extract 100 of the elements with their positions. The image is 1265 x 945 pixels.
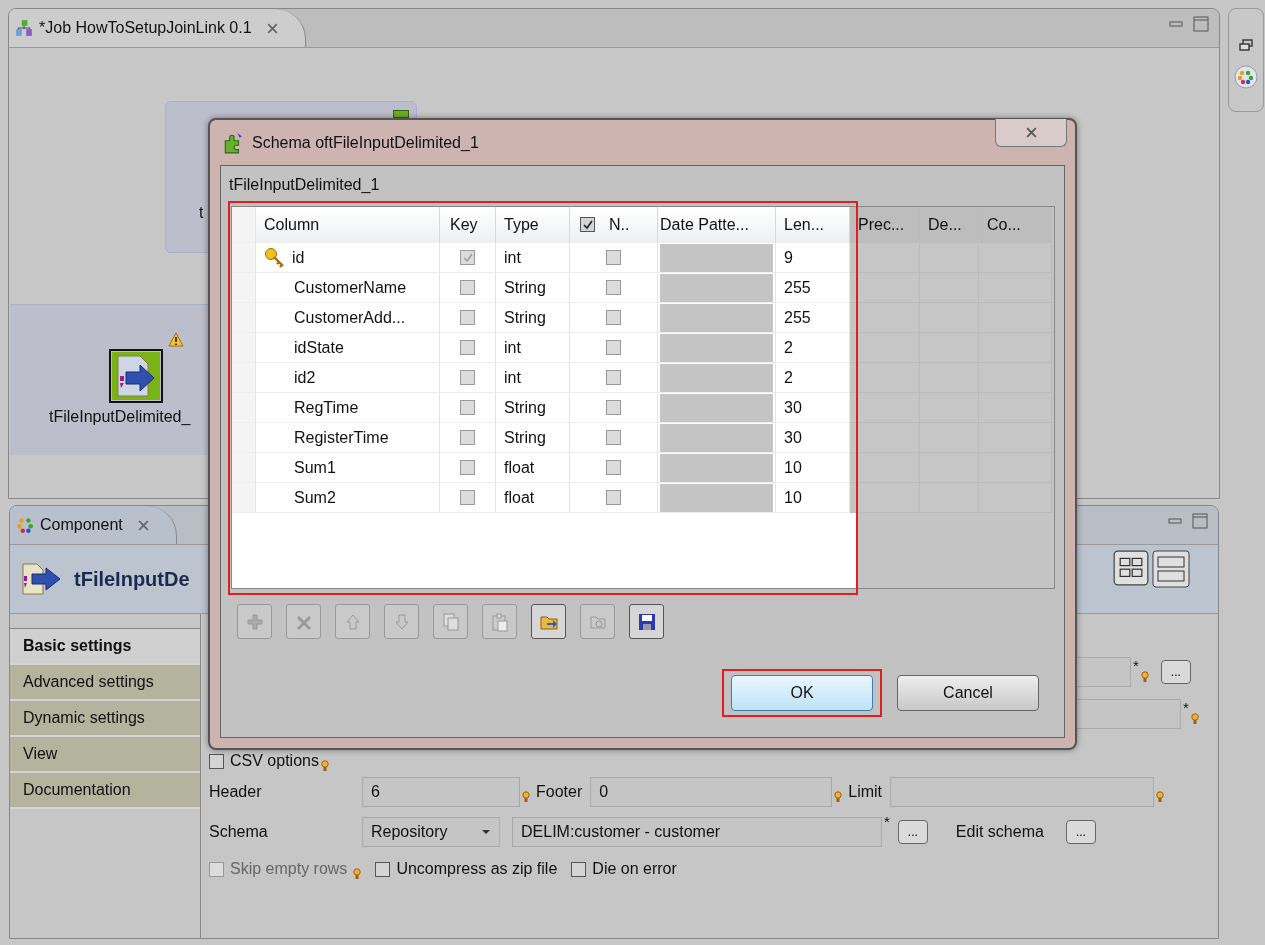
table-cell: 2 [776,363,850,393]
component-name: tFileInputDelimited_1 [228,175,381,195]
grid-layout-icon[interactable] [1113,550,1149,586]
key-checkbox[interactable] [460,400,475,415]
maximize-icon[interactable] [1192,513,1208,529]
nullable-checkbox[interactable] [606,370,621,385]
text-field[interactable]: 0 [590,777,833,807]
checkbox[interactable] [580,217,595,232]
table-cell: RegTime [256,393,440,423]
component-label: tFileInputDelimited_ [49,408,191,426]
table-cell: float [496,483,570,513]
table-cell: 10 [776,483,850,513]
component-name: tFileInputDe [74,567,190,591]
table-cell: int [496,363,570,393]
table-cell: 30 [776,393,850,423]
settings-tab[interactable]: View [10,737,200,773]
nullable-checkbox[interactable] [606,430,621,445]
nullable-checkbox[interactable] [606,490,621,505]
settings-tab[interactable]: Basic settings [10,629,200,665]
row-header [232,333,256,363]
key-checkbox[interactable] [460,340,475,355]
palette-icon [16,516,34,534]
import-button[interactable] [531,604,566,639]
component-tab[interactable]: Component [10,506,177,544]
settings-tab[interactable]: Dynamic settings [10,701,200,737]
text-field[interactable] [890,777,1155,807]
required-mark: * [884,813,890,830]
key-checkbox[interactable] [460,460,475,475]
browse-button[interactable]: ... [897,820,928,844]
text-field[interactable]: 6 [362,777,520,807]
required-mark: * [1133,657,1139,674]
column-header[interactable]: Column [256,207,440,243]
table-cell: idState [256,333,440,363]
key-checkbox[interactable] [460,370,475,385]
minimize-icon[interactable] [1169,19,1185,29]
column-header[interactable]: Date Patte... [658,207,776,243]
key-checkbox[interactable] [460,310,475,325]
required-mark: * [1183,699,1189,716]
browse-button[interactable]: ... [1160,660,1191,684]
hint-icon [522,791,530,803]
column-header[interactable]: Key [440,207,496,243]
nullable-checkbox[interactable] [606,460,621,475]
checkbox[interactable] [375,861,391,877]
hint-icon [320,760,329,772]
row-header [232,363,256,393]
editor-tab[interactable]: *Job HowToSetupJoinLink 0.1 [9,9,306,47]
minimize-icon[interactable] [1168,516,1184,526]
nullable-checkbox[interactable] [606,340,621,355]
column-header[interactable]: Len... [776,207,850,243]
settings-tab[interactable]: Documentation [10,773,200,809]
table-cell: 9 [776,243,850,273]
close-button[interactable] [995,119,1067,147]
key-checkbox[interactable] [460,430,475,445]
key-checkbox[interactable] [460,280,475,295]
save-button[interactable] [629,604,664,639]
close-icon[interactable] [136,518,150,532]
ok-button[interactable]: OK [731,675,873,711]
nullable-checkbox[interactable] [606,310,621,325]
file-input-component[interactable] [112,352,160,400]
schema-type-dropdown[interactable]: Repository [362,817,500,847]
column-header[interactable]: N.. [570,207,658,243]
job-icon [15,19,33,37]
palette-icon[interactable] [1234,65,1258,89]
caret-icon [481,829,491,835]
column-header[interactable]: Type [496,207,570,243]
table-cell: CustomerAdd... [256,303,440,333]
row-header [232,243,256,273]
option-label: Die on error [592,860,677,878]
restore-icon[interactable] [1239,39,1253,51]
column-header[interactable]: De... [920,207,979,243]
settings-tab[interactable]: Advanced settings [10,665,200,701]
maximize-icon[interactable] [1193,16,1209,32]
nullable-checkbox[interactable] [606,250,621,265]
field-label: Limit [848,783,883,801]
key-checkbox[interactable] [460,490,475,505]
component-label: t [199,204,204,222]
text-field[interactable]: DELIM:customer - customer [512,817,882,847]
row-header [232,393,256,423]
collapse-marker[interactable] [393,110,409,118]
checkbox[interactable] [571,861,587,877]
nullable-checkbox[interactable] [606,280,621,295]
edit-schema-button[interactable]: ... [1065,820,1096,844]
table-cell: float [496,453,570,483]
option-label: Skip empty rows [230,860,348,878]
option-label: Uncompress as zip file [396,860,558,878]
cancel-button[interactable]: Cancel [897,675,1039,711]
row-header [232,207,256,243]
field-label: Schema [209,823,269,841]
table-cell: RegisterTime [256,423,440,453]
close-icon[interactable] [265,21,279,35]
nullable-checkbox[interactable] [606,400,621,415]
hint-icon [1140,671,1149,683]
checkbox[interactable] [209,753,224,769]
table-cell: String [496,273,570,303]
table-cell: int [496,333,570,363]
paste-icon [489,611,510,632]
column-header[interactable]: Prec... [850,207,920,243]
key-checkbox[interactable] [460,250,475,265]
column-header[interactable]: Co... [979,207,1052,243]
field-label: Edit schema [955,823,1044,841]
